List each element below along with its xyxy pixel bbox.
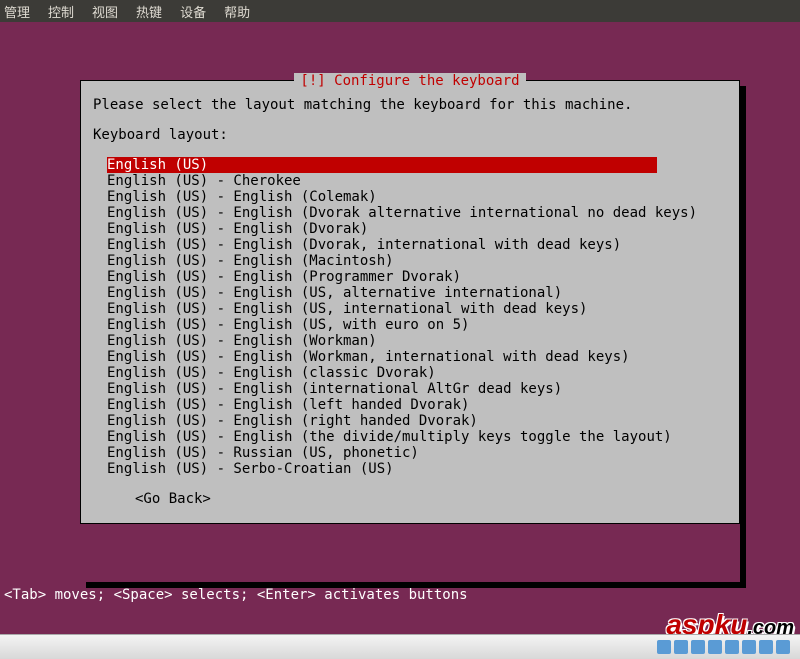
keyboard-layout-option[interactable]: English (US) - English (Dvorak, internat… [107, 237, 727, 253]
keyboard-layout-option[interactable]: English (US) - English (US, alternative … [107, 285, 727, 301]
help-footer: <Tab> moves; <Space> selects; <Enter> ac… [4, 587, 468, 603]
keyboard-layout-option[interactable]: English (US) - English (Macintosh) [107, 253, 727, 269]
keyboard-layout-option[interactable]: English (US) - English (Workman, interna… [107, 349, 727, 365]
tray-icon[interactable] [776, 640, 790, 654]
keyboard-layout-option[interactable]: English (US) - English (international Al… [107, 381, 727, 397]
tray-icon[interactable] [657, 640, 671, 654]
keyboard-layout-option[interactable]: English (US) - English (classic Dvorak) [107, 365, 727, 381]
menu-control[interactable]: 控制 [48, 2, 74, 21]
keyboard-layout-option[interactable]: English (US) - English (right handed Dvo… [107, 413, 727, 429]
tray-icons [657, 640, 790, 654]
tray-icon[interactable] [759, 640, 773, 654]
keyboard-layout-option[interactable]: English (US) - Serbo-Croatian (US) [107, 461, 727, 477]
keyboard-layout-option[interactable]: English (US) - English (Programmer Dvora… [107, 269, 727, 285]
keyboard-layout-option[interactable]: English (US) - English (left handed Dvor… [107, 397, 727, 413]
keyboard-layout-list[interactable]: English (US)English (US) - CherokeeEngli… [107, 157, 727, 477]
dialog-label: Keyboard layout: [93, 127, 727, 143]
tray-icon[interactable] [725, 640, 739, 654]
menu-help[interactable]: 帮助 [224, 2, 250, 21]
keyboard-layout-option[interactable]: English (US) [107, 157, 657, 173]
installer-screen: [!] Configure the keyboard Please select… [0, 22, 800, 631]
keyboard-layout-option[interactable]: English (US) - English (US, internationa… [107, 301, 727, 317]
keyboard-layout-option[interactable]: English (US) - Russian (US, phonetic) [107, 445, 727, 461]
tray-icon[interactable] [674, 640, 688, 654]
go-back-button[interactable]: <Go Back> [135, 491, 727, 507]
keyboard-layout-option[interactable]: English (US) - English (Workman) [107, 333, 727, 349]
menubar: 管理 控制 视图 热键 设备 帮助 [0, 0, 800, 22]
menu-hotkeys[interactable]: 热键 [136, 2, 162, 21]
keyboard-layout-option[interactable]: English (US) - English (Dvorak alternati… [107, 205, 727, 221]
keyboard-layout-option[interactable]: English (US) - English (Colemak) [107, 189, 727, 205]
keyboard-layout-option[interactable]: English (US) - Cherokee [107, 173, 727, 189]
tray-icon[interactable] [708, 640, 722, 654]
menu-devices[interactable]: 设备 [180, 2, 206, 21]
configure-keyboard-dialog: [!] Configure the keyboard Please select… [80, 80, 740, 524]
tray-icon[interactable] [691, 640, 705, 654]
dialog-shadow [740, 86, 746, 586]
keyboard-layout-option[interactable]: English (US) - English (US, with euro on… [107, 317, 727, 333]
dialog-title: [!] Configure the keyboard [93, 73, 727, 89]
menu-manage[interactable]: 管理 [4, 2, 30, 21]
dialog-intro: Please select the layout matching the ke… [93, 97, 727, 113]
keyboard-layout-option[interactable]: English (US) - English (the divide/multi… [107, 429, 727, 445]
keyboard-layout-option[interactable]: English (US) - English (Dvorak) [107, 221, 727, 237]
menu-view[interactable]: 视图 [92, 2, 118, 21]
tray-icon[interactable] [742, 640, 756, 654]
vm-taskbar [0, 634, 800, 659]
